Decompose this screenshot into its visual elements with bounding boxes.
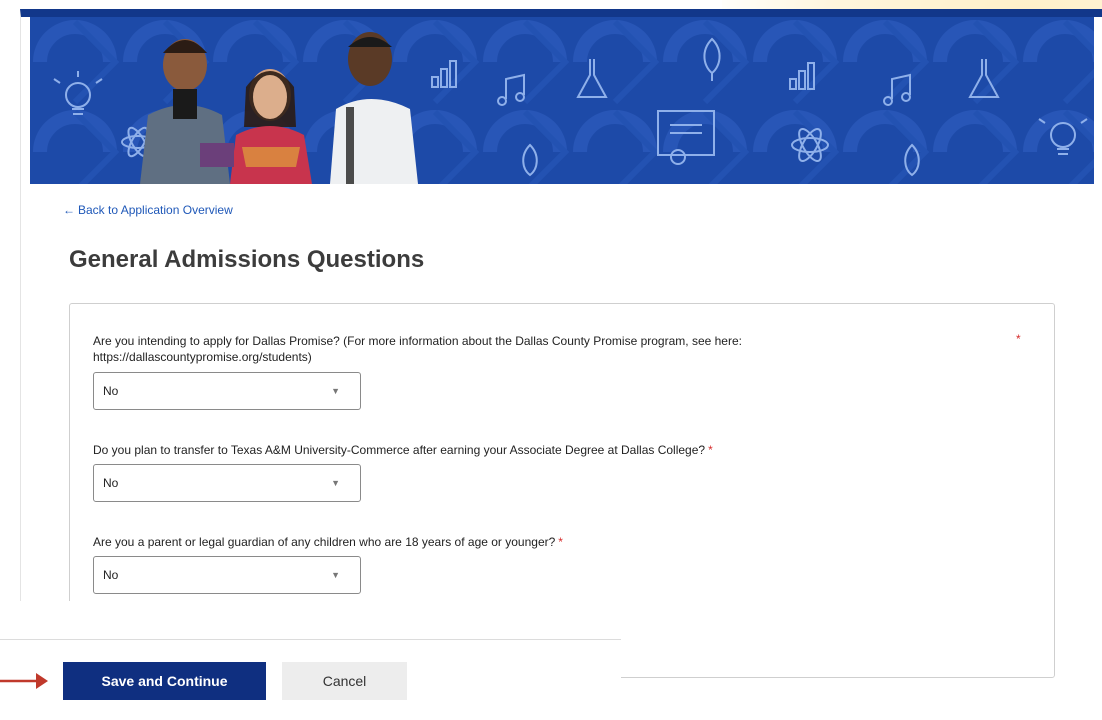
parent-guardian-select[interactable]: No ▼ <box>93 556 361 594</box>
cancel-button[interactable]: Cancel <box>282 662 407 700</box>
footer-divider <box>0 639 621 640</box>
select-value: No <box>103 568 119 582</box>
chevron-down-icon: ▼ <box>331 386 340 396</box>
required-indicator: * <box>1016 332 1021 346</box>
save-and-continue-button[interactable]: Save and Continue <box>63 662 266 700</box>
red-arrow-icon <box>0 673 48 689</box>
required-indicator: * <box>558 535 563 549</box>
question-text: Do you plan to transfer to Texas A&M Uni… <box>93 443 706 457</box>
back-arrow-icon: ← <box>63 203 75 217</box>
chevron-down-icon: ▼ <box>331 478 340 488</box>
question-dallas-promise: Are you intending to apply for Dallas Pr… <box>93 333 853 365</box>
dallas-promise-select[interactable]: No ▼ <box>93 372 361 410</box>
sticky-footer <box>0 601 621 720</box>
transfer-tamuc-select[interactable]: No ▼ <box>93 464 361 502</box>
hero-illustration <box>30 17 1094 184</box>
page-title: General Admissions Questions <box>69 246 425 273</box>
hero-banner <box>30 17 1094 184</box>
chevron-down-icon: ▼ <box>331 570 340 580</box>
question-text: Are you intending to apply for Dallas Pr… <box>93 334 742 364</box>
select-value: No <box>103 476 119 490</box>
back-to-overview-link[interactable]: ← Back to Application Overview <box>63 203 233 217</box>
required-indicator: * <box>708 443 713 457</box>
select-value: No <box>103 384 119 398</box>
question-text: Are you a parent or legal guardian of an… <box>93 535 556 549</box>
question-parent-guardian: Are you a parent or legal guardian of an… <box>93 534 913 550</box>
question-transfer-tamuc: Do you plan to transfer to Texas A&M Uni… <box>93 442 913 458</box>
back-link-label: Back to Application Overview <box>78 203 233 217</box>
